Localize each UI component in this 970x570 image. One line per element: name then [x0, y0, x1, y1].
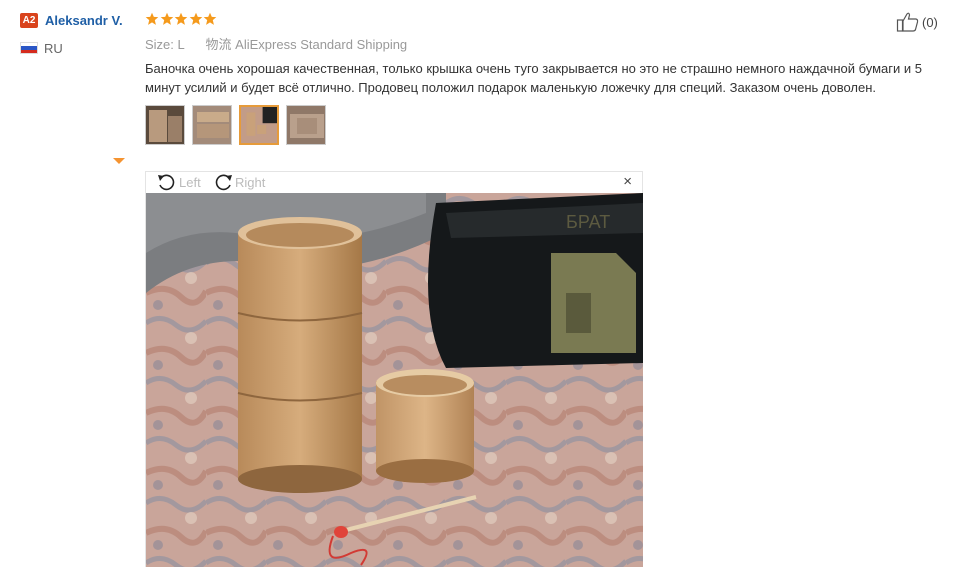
reviewer-info: A2 Aleksandr V. RU — [20, 11, 140, 56]
star-icon — [174, 12, 188, 25]
russia-flag-icon — [20, 42, 38, 54]
review-text: Баночка очень хорошая качественная, толь… — [145, 61, 923, 95]
reviewer-row: A2 Aleksandr V. — [20, 11, 140, 29]
helpful-button[interactable]: (0) — [896, 11, 938, 33]
rotate-left-button[interactable]: Left — [156, 173, 201, 191]
photo-thumbnails — [145, 105, 945, 147]
star-rating — [145, 10, 945, 28]
review-body: Size: L 物流 AliExpress Standard Shipping … — [145, 10, 945, 147]
star-icon — [204, 12, 217, 25]
review-photo: БРАТ — [146, 193, 643, 567]
helpful-count: (0) — [922, 14, 938, 30]
selected-thumbnail-caret — [113, 158, 125, 164]
country-row: RU — [20, 40, 140, 56]
reviewer-name[interactable]: Aleksandr V. — [45, 13, 123, 28]
country-code: RU — [44, 40, 63, 56]
level-badge: A2 — [20, 12, 38, 28]
order-meta: Size: L 物流 AliExpress Standard Shipping — [145, 36, 945, 54]
shipping-value: AliExpress Standard Shipping — [235, 37, 408, 52]
photo-thumbnail[interactable] — [145, 105, 185, 145]
rotate-left-label: Left — [179, 174, 201, 190]
svg-text:БРАТ: БРАТ — [566, 212, 610, 232]
photo-thumbnail[interactable] — [192, 105, 232, 145]
photo-viewer: Left Right × БРАТ — [145, 171, 643, 567]
star-icon — [189, 12, 203, 25]
size-value: L — [177, 37, 185, 52]
shipping-label: 物流 — [205, 37, 232, 52]
size-label: Size: — [145, 37, 174, 52]
photo-thumbnail-selected[interactable] — [239, 105, 279, 145]
rotate-left-icon — [158, 174, 175, 191]
photo-thumbnail[interactable] — [286, 105, 326, 145]
rotate-right-button[interactable]: Right — [212, 173, 265, 191]
viewer-toolbar: Left Right × — [146, 172, 642, 192]
close-viewer-button[interactable]: × — [623, 173, 632, 190]
rotate-right-label: Right — [235, 174, 266, 190]
thumbs-up-icon — [896, 12, 919, 32]
star-icon — [160, 12, 173, 25]
rotate-right-icon — [215, 174, 232, 191]
star-icon — [145, 12, 159, 25]
